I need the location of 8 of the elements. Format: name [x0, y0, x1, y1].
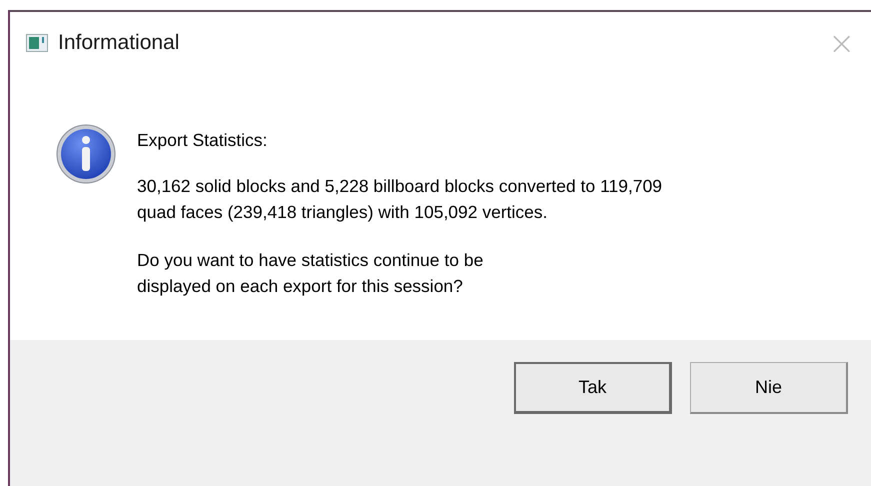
- window-title: Informational: [58, 31, 180, 55]
- window-icon: [26, 34, 48, 52]
- info-icon: [55, 123, 117, 185]
- dialog-button[interactable]: Tak: [514, 362, 672, 414]
- dialog-button[interactable]: Nie: [690, 362, 848, 414]
- message-text: Do you want to have statistics continue to be displayed on each export for this session?: [137, 249, 484, 298]
- message-heading: Export Statistics:: [137, 129, 268, 152]
- message-text: 30,162 solid blocks and 5,228 billboard blocks converted to 119,709 quad faces (239,418 triangles) with 105,092 vertices.: [137, 175, 662, 224]
